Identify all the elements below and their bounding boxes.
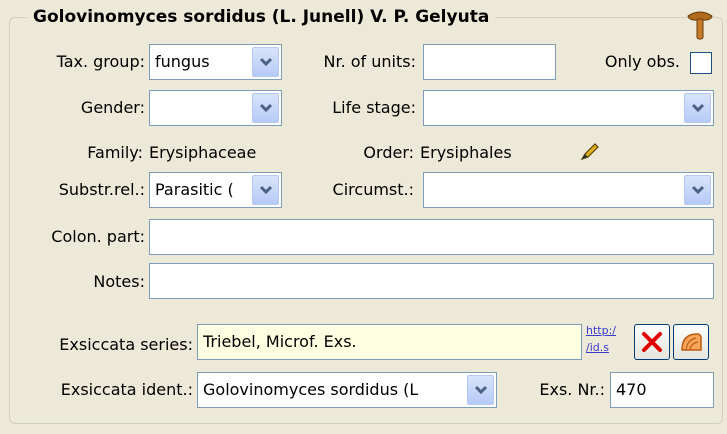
shell-icon (681, 333, 702, 351)
exs-nr-value: 470 (616, 380, 647, 399)
nr-units-input[interactable] (423, 44, 556, 80)
substr-rel-select[interactable]: Parasitic ( (149, 172, 282, 208)
exsiccata-ident-dropdown-button[interactable] (467, 375, 494, 405)
pencil-icon[interactable] (578, 140, 602, 164)
tax-group-value: fungus (155, 52, 210, 71)
exsiccata-ident-label: Exsiccata ident.: (60, 380, 193, 399)
order-value: Erysiphales (420, 143, 512, 162)
life-stage-select[interactable] (423, 90, 714, 126)
mushroom-icon (687, 11, 713, 40)
http-link-line2: /id.s (586, 341, 609, 354)
notes-input[interactable] (149, 263, 714, 299)
family-label: Family: (87, 143, 143, 162)
exsiccata-series-input[interactable]: Triebel, Microf. Exs. (197, 324, 582, 360)
circumst-label: Circumst.: (332, 180, 414, 199)
exsiccata-series-value: Triebel, Microf. Exs. (203, 332, 357, 351)
circumst-dropdown-button[interactable] (684, 175, 711, 205)
circumst-select[interactable] (423, 172, 714, 208)
substr-rel-label: Substr.rel.: (58, 180, 145, 199)
life-stage-label: Life stage: (332, 98, 416, 117)
nr-units-label: Nr. of units: (323, 52, 416, 71)
exs-nr-input[interactable]: 470 (610, 372, 714, 408)
http-link[interactable]: http:/ /id.s (586, 325, 620, 359)
exsiccata-ident-value: Golovinomyces sordidus (L (203, 380, 419, 399)
species-title: Golovinomyces sordidus (L. Junell) V. P.… (27, 6, 496, 28)
life-stage-dropdown-button[interactable] (684, 93, 711, 123)
chevron-down-icon (259, 57, 273, 67)
family-value: Erysiphaceae (149, 143, 257, 162)
gender-select[interactable] (149, 90, 282, 126)
substr-rel-dropdown-button[interactable] (252, 175, 279, 205)
chevron-down-icon (691, 103, 705, 113)
colon-part-input[interactable] (149, 219, 714, 255)
http-link-line1: http:/ (586, 324, 616, 337)
gender-dropdown-button[interactable] (252, 93, 279, 123)
gender-label: Gender: (80, 98, 145, 117)
chevron-down-icon (259, 103, 273, 113)
exsiccata-ident-select[interactable]: Golovinomyces sordidus (L (197, 372, 497, 408)
tax-group-select[interactable]: fungus (149, 44, 282, 80)
lookup-series-button[interactable] (673, 324, 709, 360)
species-details-panel: Golovinomyces sordidus (L. Junell) V. P.… (0, 0, 727, 434)
clear-series-button[interactable] (634, 324, 670, 360)
only-obs-label: Only obs. (604, 52, 680, 71)
substr-rel-value: Parasitic ( (155, 180, 234, 199)
notes-label: Notes: (93, 272, 145, 291)
exs-nr-label: Exs. Nr.: (539, 380, 605, 399)
tax-group-label: Tax. group: (56, 52, 145, 71)
only-obs-checkbox[interactable] (690, 52, 712, 74)
chevron-down-icon (259, 185, 273, 195)
chevron-down-icon (474, 385, 488, 395)
red-x-icon (642, 332, 662, 352)
colon-part-label: Colon. part: (51, 227, 145, 246)
exsiccata-series-label: Exsiccata series: (59, 335, 193, 354)
chevron-down-icon (691, 185, 705, 195)
tax-group-dropdown-button[interactable] (252, 47, 279, 77)
order-label: Order: (363, 143, 414, 162)
